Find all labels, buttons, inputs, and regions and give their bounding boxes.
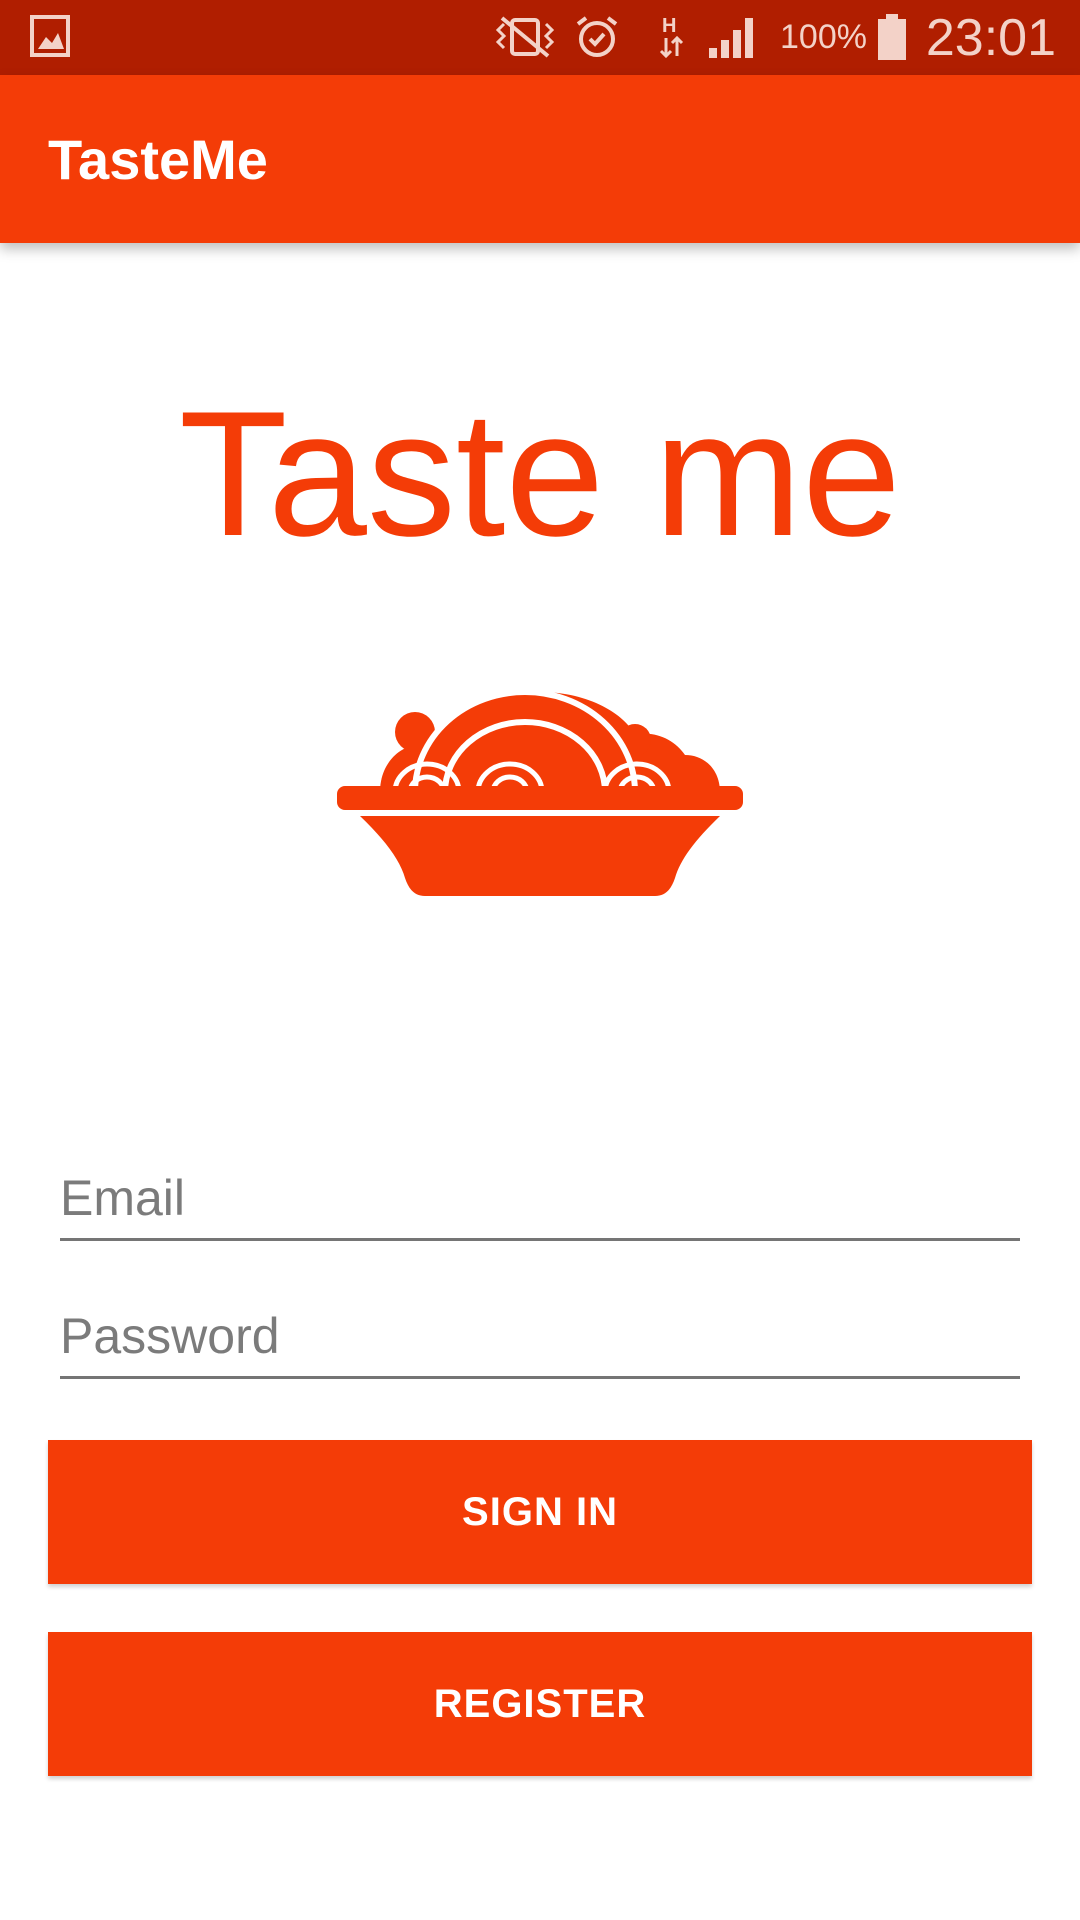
register-button[interactable]: REGISTER [48,1632,1032,1776]
password-field[interactable] [60,1296,1020,1379]
sign-in-button[interactable]: SIGN IN [48,1440,1032,1584]
email-field[interactable] [60,1158,1020,1241]
clock: 23:01 [925,9,1056,67]
app-bar: TasteMe [0,75,1080,243]
alarm-icon [576,16,618,57]
h-data-icon: H [659,15,684,59]
gallery-notification-icon [30,15,70,57]
battery-percent: 100% [780,18,867,56]
hero-title: Taste me [178,374,902,573]
password-input[interactable] [60,1296,1020,1376]
vibrate-icon [495,16,555,58]
status-bar: H 100% 23:01 [0,0,1080,75]
svg-text:H: H [662,15,676,37]
battery-icon [878,14,906,60]
spaghetti-bowl-icon [337,690,743,896]
signal-icon [709,18,753,58]
email-input[interactable] [60,1158,1020,1238]
app-title: TasteMe [48,128,268,191]
